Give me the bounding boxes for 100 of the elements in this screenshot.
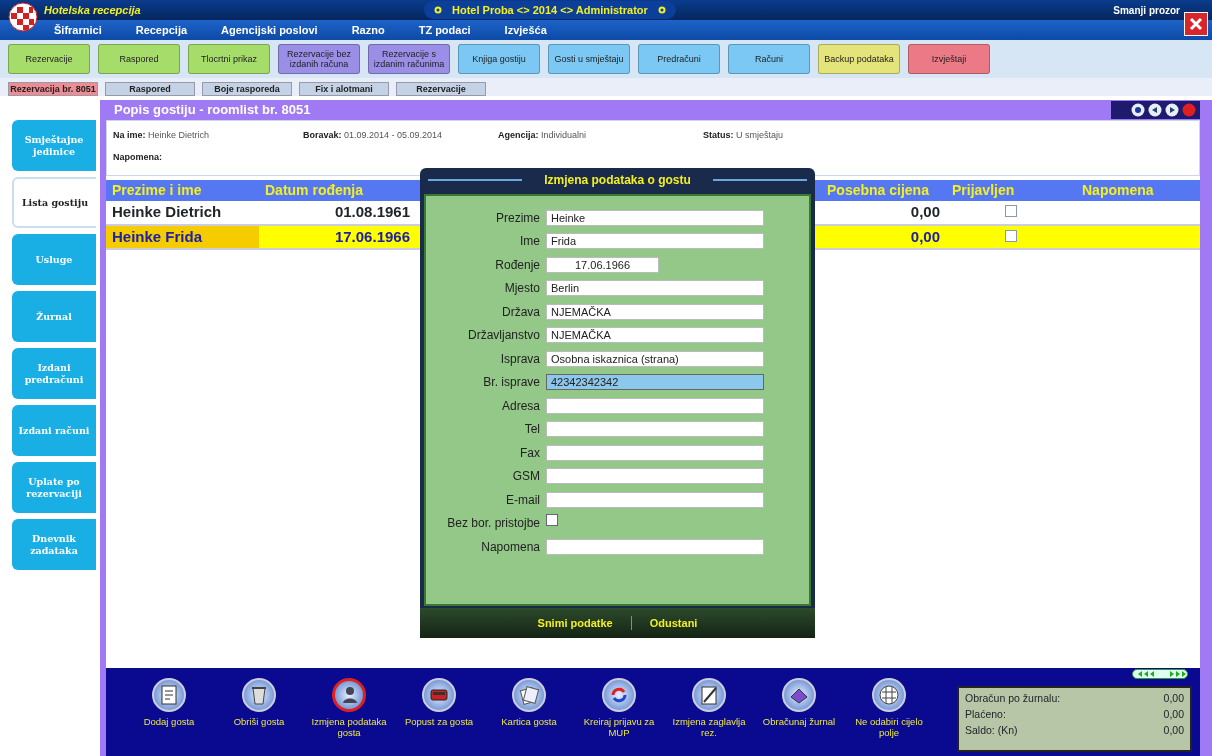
- input-field[interactable]: 42342342342: [546, 374, 764, 391]
- action-label: Kreiraj prijavu za MUP: [582, 716, 656, 738]
- action-label: Dodaj gosta: [143, 716, 195, 727]
- action-label: Izmjena podataka gosta: [310, 716, 388, 738]
- input-field[interactable]: [546, 491, 764, 508]
- record-icon: [1182, 103, 1196, 117]
- forward-icon: [1165, 103, 1179, 117]
- dialog-button[interactable]: Odustani: [649, 614, 698, 632]
- input-field[interactable]: 17.06.1966: [546, 256, 659, 273]
- input-field[interactable]: Berlin: [546, 280, 764, 297]
- column-header: Napomena: [1076, 180, 1200, 201]
- field-label: Mjesto: [503, 280, 541, 298]
- summary-label: Plaćeno:: [965, 706, 1006, 722]
- field-label: Adresa: [500, 397, 541, 415]
- column-header: Posebna cijena: [821, 180, 946, 201]
- panel-title: Popis gostiju - roomlist br. 8051: [114, 101, 311, 120]
- field-label: Tel: [523, 421, 541, 439]
- summary-label: Saldo: (Kn): [965, 722, 1018, 738]
- action-label: Obriši gosta: [233, 716, 285, 727]
- input-field[interactable]: NJEMAČKA: [546, 303, 764, 320]
- checkbox[interactable]: [1005, 205, 1017, 217]
- circle-icon: [1131, 103, 1145, 117]
- info-text: Status: U smještaju: [703, 129, 785, 142]
- toolbar-button[interactable]: Gosti u smještaju: [548, 44, 630, 74]
- toolbar-button[interactable]: Raspored: [98, 44, 180, 74]
- toolbar-button[interactable]: Rezervacije s izdanim računima: [368, 44, 450, 74]
- field-label: Država: [501, 303, 541, 321]
- summary-label: Obračun po žurnalu:: [965, 691, 1061, 706]
- input-field[interactable]: Heinke: [546, 209, 764, 226]
- summary-value: 0,00: [1163, 722, 1184, 738]
- menu-item[interactable]: Razno: [351, 21, 385, 39]
- field-label: Napomena: [480, 538, 541, 556]
- tab[interactable]: Fix i alotmani: [299, 82, 389, 96]
- toolbar-button[interactable]: Izvještaji: [908, 44, 990, 74]
- toolbar-button[interactable]: Tlocrtni prikaz: [188, 44, 270, 74]
- action-button[interactable]: [332, 678, 366, 712]
- tab[interactable]: Raspored: [105, 82, 195, 96]
- input-field[interactable]: [546, 397, 764, 414]
- field-label: Fax: [519, 444, 541, 462]
- field-label: Bez bor. pristojbe: [446, 515, 541, 533]
- input-field[interactable]: NJEMAČKA: [546, 327, 764, 344]
- toolbar-button[interactable]: Knjiga gostiju: [458, 44, 540, 74]
- input-field[interactable]: [546, 468, 764, 485]
- info-text: Napomena:: [113, 150, 163, 164]
- input-field[interactable]: [546, 538, 764, 555]
- column-header: Prijavljen: [946, 180, 1076, 201]
- menu-item[interactable]: Recepcija: [135, 21, 188, 39]
- field-label: Prezime: [495, 209, 541, 227]
- dialog-title: Izmjena podataka o gostu: [544, 172, 691, 189]
- input-field[interactable]: [546, 421, 764, 438]
- dot-icon: [657, 6, 666, 14]
- toolbar-button[interactable]: Predračuni: [638, 44, 720, 74]
- table-cell: 0,00: [821, 224, 946, 249]
- info-text: Agencija: Individualni: [498, 129, 588, 142]
- info-text: Na ime: Heinke Dietrich: [113, 129, 211, 142]
- menu-item[interactable]: TZ podaci: [418, 21, 471, 39]
- column-header: Prezime i ime: [106, 180, 259, 201]
- summary-value: 0,00: [1163, 706, 1184, 722]
- toolbar-button[interactable]: Backup podataka: [818, 44, 900, 74]
- action-label: Ne odabiri cijelo polje: [854, 716, 924, 738]
- table-cell: 17.06.1966: [259, 224, 416, 249]
- toolbar-button[interactable]: Računi: [728, 44, 810, 74]
- checkbox[interactable]: [1005, 229, 1017, 242]
- toolbar-button[interactable]: Rezervacije bez izdanih računa: [278, 44, 360, 74]
- field-label: Br. isprave: [482, 374, 541, 392]
- field-label: Ime: [519, 233, 541, 251]
- menu-item[interactable]: Izvješća: [504, 21, 547, 39]
- minimize-link[interactable]: Smanji prozor: [1113, 2, 1180, 18]
- dot-icon: [434, 6, 442, 14]
- tab[interactable]: Rezervacija br. 8051: [8, 82, 98, 96]
- summary-value: 0,00: [1163, 691, 1184, 706]
- field-label: Rođenje: [494, 256, 541, 274]
- action-label: Popust za gosta: [404, 716, 474, 727]
- table-cell: 01.08.1961: [259, 201, 416, 225]
- menu-item[interactable]: Agencijski poslovi: [221, 21, 318, 39]
- action-label: Obračunaj žurnal: [762, 716, 836, 727]
- menu-item[interactable]: Šifrarnici: [54, 21, 102, 39]
- context-text: Hotel Proba <> 2014 <> Administrator: [452, 2, 648, 18]
- toolbar-button[interactable]: Rezervacije: [8, 44, 90, 74]
- input-field[interactable]: Frida: [546, 233, 764, 250]
- table-cell: Heinke Dietrich: [106, 201, 259, 225]
- action-label: Izmjena zaglavlja rez.: [671, 716, 747, 738]
- back-icon: [1148, 103, 1162, 117]
- checkbox[interactable]: [546, 513, 558, 526]
- tab[interactable]: Rezervacije: [396, 82, 486, 96]
- tab[interactable]: Boje rasporeda: [202, 82, 292, 96]
- input-field[interactable]: [546, 444, 764, 461]
- field-label: GSM: [511, 468, 541, 486]
- dialog-button[interactable]: Snimi podatke: [537, 614, 613, 632]
- action-label: Kartica gosta: [501, 716, 557, 727]
- close-icon: [1189, 17, 1203, 31]
- table-cell: 0,00: [821, 201, 946, 225]
- field-label: Državljanstvo: [466, 327, 541, 345]
- scroll-arrows-icon: [1132, 669, 1188, 679]
- sidebar-item[interactable]: Lista gostiju: [12, 177, 96, 228]
- close-button[interactable]: [1184, 12, 1208, 36]
- info-text: Boravak: 01.09.2014 - 05.09.2014: [303, 129, 444, 142]
- column-header: Datum rođenja: [259, 180, 416, 201]
- input-field[interactable]: Osobna iskaznica (strana): [546, 350, 764, 367]
- field-label: Isprava: [499, 350, 541, 368]
